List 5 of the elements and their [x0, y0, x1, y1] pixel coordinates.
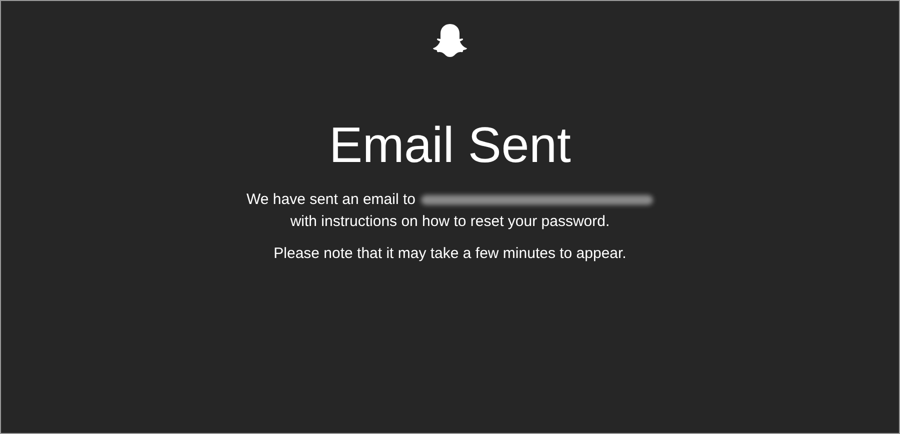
ghost-logo-icon	[431, 23, 469, 59]
note-text: Please note that it may take a few minutes to appear.	[274, 245, 626, 263]
message-text: with instructions on how to reset your password.	[290, 213, 610, 231]
message-text: We have sent an email to	[246, 191, 416, 209]
page-title: Email Sent	[329, 117, 571, 173]
